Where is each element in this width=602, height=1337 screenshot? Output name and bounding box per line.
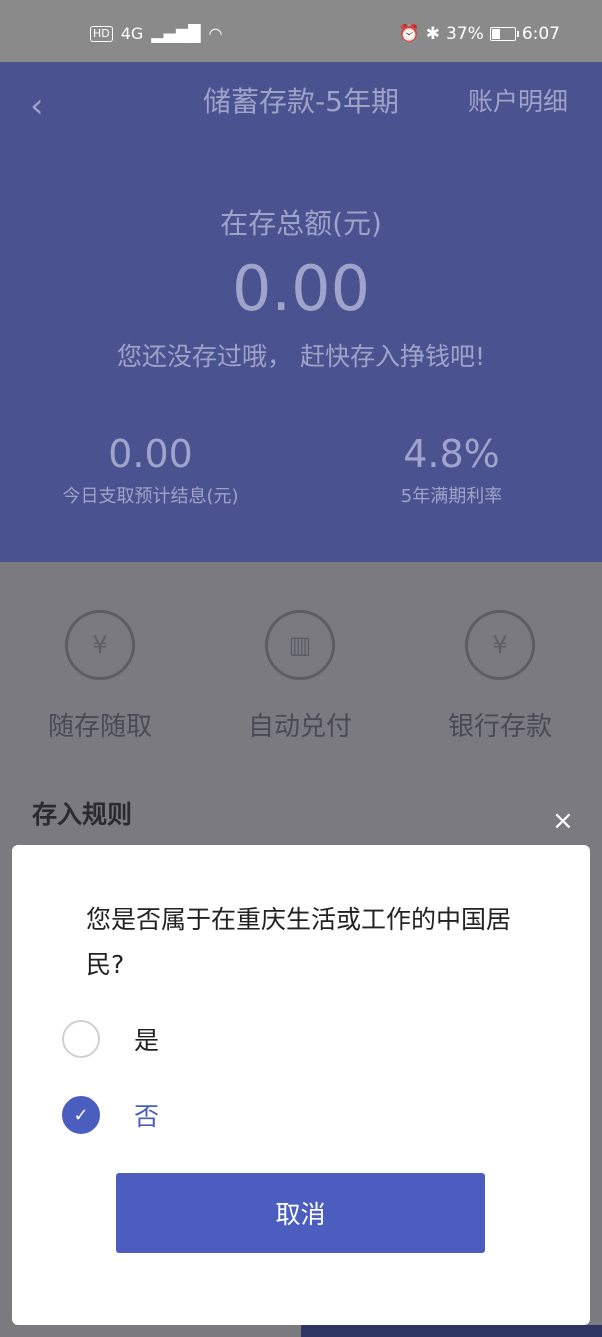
hd-badge: HD [90,25,113,42]
total-label: 在存总额(元) [220,207,382,240]
status-right: ⏰ ✱ 37% 6:07 [399,24,560,44]
stat-value: 4.8% [403,432,500,476]
option-no[interactable]: ✓ 否 [62,1095,159,1135]
feature-label: 自动兑付 [247,712,352,742]
deposit-withdraw-icon: ¥ [65,610,135,680]
cancel-button[interactable]: 取消 [116,1173,485,1253]
signal-icon: ▂▄▆█ [151,24,201,43]
feature-deposit-withdraw: ¥ 随存随取 [0,610,200,743]
rules-title: 存入规则 [32,800,133,829]
option-label: 否 [134,1102,160,1131]
feature-auto-pay: ▥ 自动兑付 [200,610,400,743]
battery-percent: 37% [446,24,484,44]
bluetooth-icon: ✱ [425,24,441,44]
status-bar: HD 4G ▂▄▆█ ◠ ⏰ ✱ 37% 6:07 [0,0,602,62]
stat-interest: 0.00 今日支取预计结息(元) [0,432,301,508]
stat-rate: 4.8% 5年满期利率 [301,432,602,508]
clock: 6:07 [521,24,560,44]
account-detail-link[interactable]: 账户明细 [468,82,568,118]
radio-checked-icon[interactable]: ✓ [62,1096,100,1134]
feature-bank-deposit: ¥ 银行存款 [400,610,600,743]
stat-value: 0.00 [108,432,193,476]
option-yes[interactable]: 是 [62,1019,159,1059]
bank-deposit-shield-icon: ¥ [465,610,535,680]
stat-label: 今日支取预计结息(元) [62,486,239,507]
feature-label: 随存随取 [47,712,152,742]
alarm-icon: ⏰ [398,24,420,44]
dialog-question: 您是否属于在重庆生活或工作的中国居民? [86,905,512,979]
total-amount: 0.00 [231,252,371,325]
bottom-bar-left [0,1325,301,1337]
close-icon[interactable]: × [552,806,574,836]
battery-icon [489,27,519,41]
wifi-icon: ◠ [208,24,223,43]
auto-pay-icon: ▥ [265,610,335,680]
battery-fill [491,29,500,39]
residency-dialog: 您是否属于在重庆生活或工作的中国居民? 是 ✓ 否 取消 [12,845,590,1325]
account-header: ‹ 储蓄存款-5年期 账户明细 在存总额(元) 0.00 您还没存过哦， 赶快存… [0,62,602,562]
feature-label: 银行存款 [447,712,552,742]
option-label: 是 [134,1026,160,1055]
status-left: HD 4G ▂▄▆█ ◠ [90,24,223,43]
radio-unchecked-icon[interactable] [62,1020,100,1058]
bottom-bar-right [301,1325,602,1337]
stat-label: 5年满期利率 [400,486,503,507]
network-label: 4G [120,24,144,43]
empty-hint: 您还没存过哦， 赶快存入挣钱吧! [117,342,485,371]
